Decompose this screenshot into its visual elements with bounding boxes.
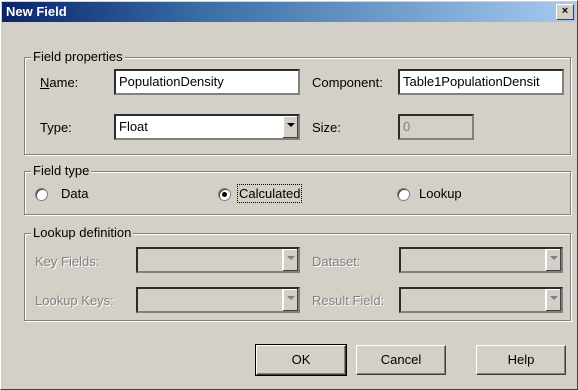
data-radio[interactable] bbox=[35, 188, 48, 201]
close-icon: × bbox=[561, 5, 569, 17]
result-field-select[interactable] bbox=[399, 287, 563, 313]
dataset-label: Dataset: bbox=[312, 254, 361, 269]
calculated-radio[interactable] bbox=[218, 188, 231, 201]
type-label: Type: bbox=[40, 120, 72, 135]
cancel-button[interactable]: Cancel bbox=[356, 345, 446, 375]
chevron-down-icon[interactable] bbox=[282, 289, 298, 311]
key-fields-select[interactable] bbox=[136, 247, 300, 273]
lookup-keys-select[interactable] bbox=[136, 287, 300, 313]
data-radio-label[interactable]: Data bbox=[61, 186, 88, 201]
component-input[interactable]: Table1PopulationDensit bbox=[398, 69, 564, 95]
size-label: Size: bbox=[312, 120, 341, 135]
field-type-legend: Field type bbox=[31, 163, 92, 178]
dataset-select[interactable] bbox=[399, 247, 563, 273]
chevron-down-icon[interactable] bbox=[545, 289, 561, 311]
chevron-down-icon[interactable] bbox=[545, 249, 561, 271]
lookup-keys-label: Lookup Keys: bbox=[35, 293, 114, 308]
new-field-dialog: New Field × Field properties Name: Popul… bbox=[0, 0, 578, 390]
chevron-down-icon[interactable] bbox=[282, 116, 298, 138]
field-properties-legend: Field properties bbox=[31, 49, 125, 64]
component-label: Component: bbox=[312, 75, 383, 90]
result-field-label: Result Field: bbox=[312, 293, 385, 308]
lookup-radio[interactable] bbox=[397, 188, 410, 201]
ok-button[interactable]: OK bbox=[255, 344, 347, 376]
key-fields-label: Key Fields: bbox=[35, 254, 100, 269]
name-label: Name: bbox=[40, 75, 79, 90]
dialog-title: New Field bbox=[6, 4, 67, 19]
lookup-radio-label[interactable]: Lookup bbox=[419, 186, 462, 201]
name-input[interactable]: PopulationDensity bbox=[114, 69, 300, 95]
close-button[interactable]: × bbox=[556, 4, 574, 20]
type-value: Float bbox=[119, 119, 148, 134]
calculated-radio-label[interactable]: Calculated bbox=[236, 184, 303, 203]
help-button[interactable]: Help bbox=[476, 345, 566, 375]
title-bar[interactable]: New Field × bbox=[2, 2, 576, 22]
type-select[interactable]: Float bbox=[114, 114, 300, 140]
size-input[interactable]: 0 bbox=[398, 114, 474, 140]
lookup-definition-legend: Lookup definition bbox=[31, 225, 134, 240]
chevron-down-icon[interactable] bbox=[282, 249, 298, 271]
